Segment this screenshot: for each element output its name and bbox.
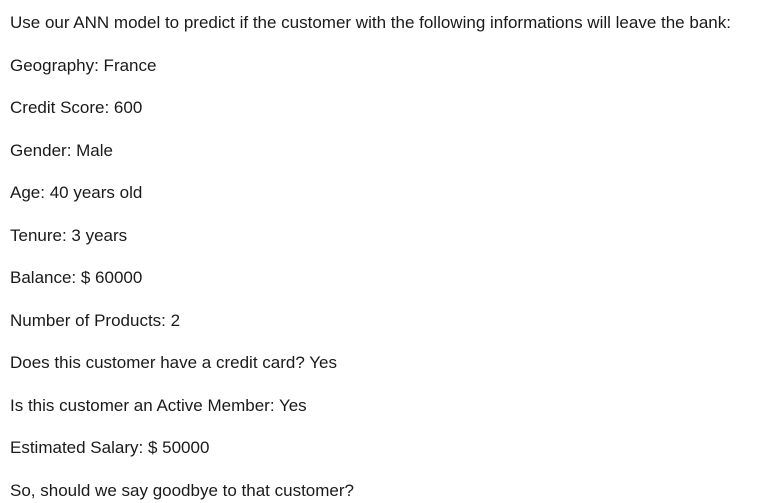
- intro-text: Use our ANN model to predict if the cust…: [10, 13, 731, 32]
- field-tenure: Tenure: 3 years: [10, 226, 128, 245]
- field-gender: Gender: Male: [10, 141, 113, 160]
- field-geography: Geography: France: [10, 56, 157, 75]
- field-credit-score: Credit Score: 600: [10, 98, 143, 117]
- field-number-of-products: Number of Products: 2: [10, 311, 181, 330]
- field-estimated-salary: Estimated Salary: $ 50000: [10, 438, 210, 457]
- closing-question: So, should we say goodbye to that custom…: [10, 481, 354, 500]
- field-has-credit-card: Does this customer have a credit card? Y…: [10, 353, 337, 372]
- field-balance: Balance: $ 60000: [10, 268, 143, 287]
- field-age: Age: 40 years old: [10, 183, 143, 202]
- field-active-member: Is this customer an Active Member: Yes: [10, 396, 307, 415]
